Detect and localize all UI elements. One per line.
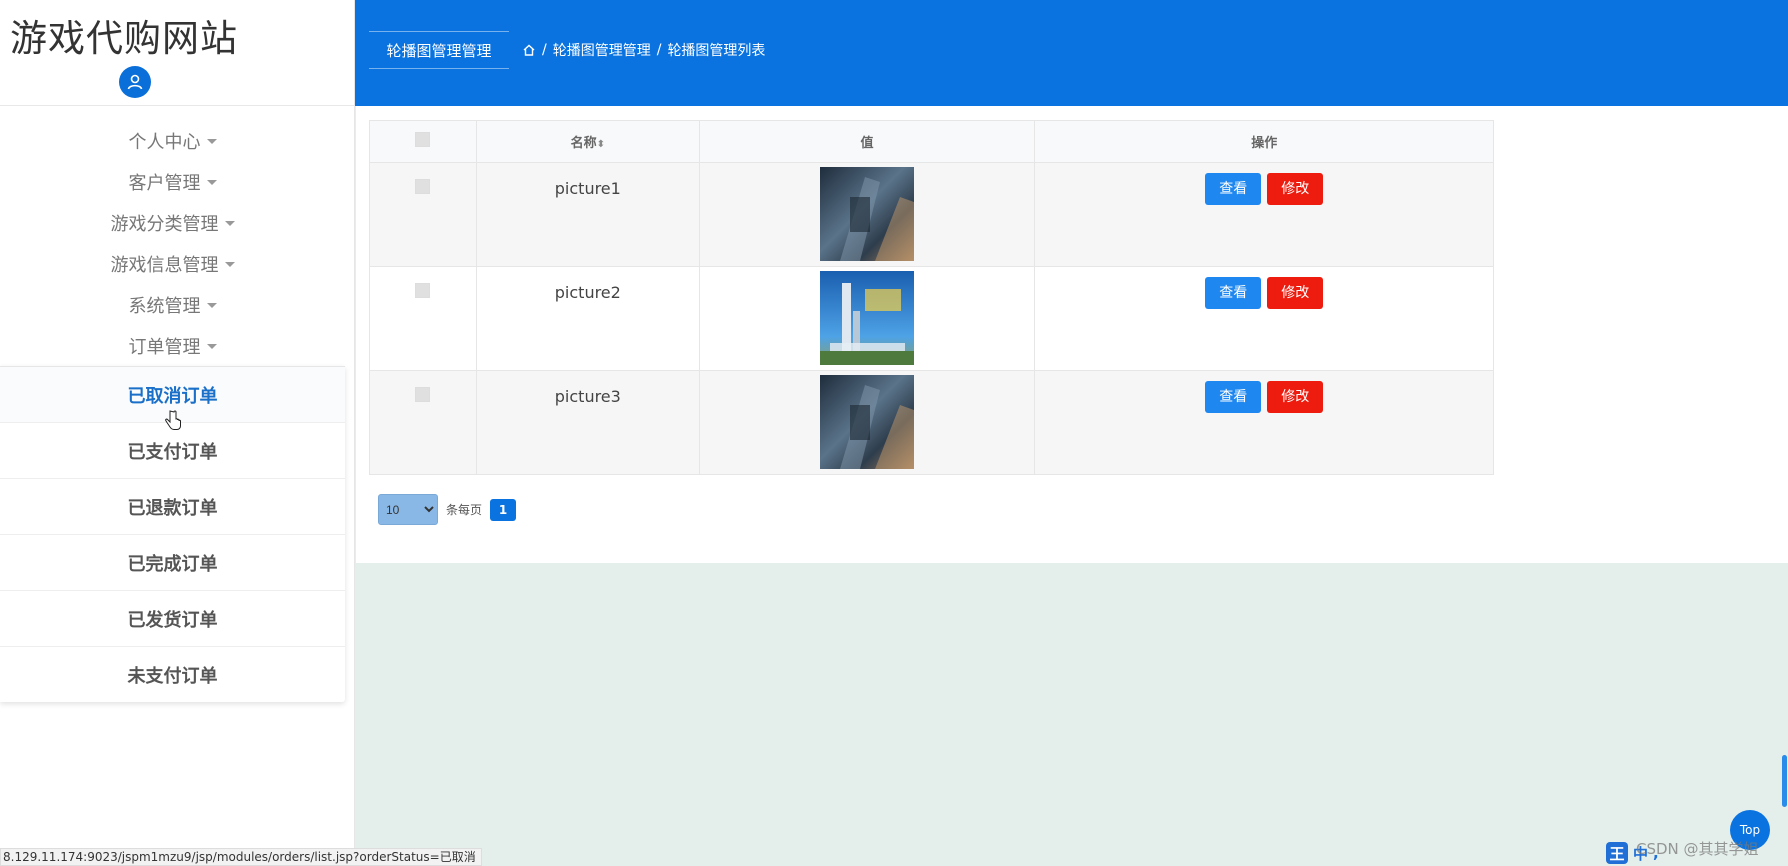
- caret-down-icon: [206, 344, 217, 349]
- row-image-cell: [698, 370, 1036, 475]
- menu-item-personal-center[interactable]: 个人中心: [0, 120, 345, 161]
- sidebar-divider: [0, 105, 355, 106]
- table-row: picture2 查看 修改: [369, 266, 1494, 371]
- main-content: 名称⬍ 值 操作 picture1 查看 修改 picture2 查看 修改 p…: [356, 106, 1788, 563]
- select-all-cell: [369, 120, 477, 163]
- menu-item-customer-management[interactable]: 客户管理: [0, 161, 345, 202]
- select-all-checkbox[interactable]: [415, 132, 431, 147]
- submenu-item-refunded-orders[interactable]: 已退款订单: [0, 478, 345, 534]
- submenu-item-completed-orders[interactable]: 已完成订单: [0, 534, 345, 590]
- view-button[interactable]: 查看: [1205, 381, 1262, 413]
- breadcrumb-item-banner-management[interactable]: 轮播图管理管理: [553, 40, 651, 60]
- submenu-item-shipped-orders[interactable]: 已发货订单: [0, 590, 345, 646]
- view-button[interactable]: 查看: [1205, 173, 1262, 205]
- row-checkbox[interactable]: [415, 283, 431, 298]
- sidebar-menu: 个人中心 客户管理 游戏分类管理 游戏信息管理 系统管理 订单管理: [0, 120, 345, 366]
- menu-item-label: 系统管理: [128, 295, 201, 317]
- row-actions-cell: 查看 修改: [1034, 266, 1494, 371]
- caret-down-icon: [224, 221, 235, 226]
- table-header-row: 名称⬍ 值 操作: [369, 120, 1494, 163]
- caret-down-icon: [206, 180, 217, 185]
- view-button[interactable]: 查看: [1205, 277, 1262, 309]
- menu-item-system-management[interactable]: 系统管理: [0, 284, 345, 325]
- banner-table: 名称⬍ 值 操作 picture1 查看 修改 picture2 查看 修改 p…: [369, 120, 1494, 475]
- row-checkbox[interactable]: [415, 179, 431, 194]
- per-page-label: 条每页: [446, 503, 483, 517]
- column-header-label: 名称: [570, 136, 597, 151]
- hand-cursor-icon: [165, 410, 181, 430]
- row-image-cell: [698, 162, 1036, 267]
- breadcrumb: / 轮播图管理管理 / 轮播图管理列表: [522, 40, 765, 60]
- submenu-item-unpaid-orders[interactable]: 未支付订单: [0, 646, 345, 702]
- home-icon[interactable]: [522, 43, 536, 57]
- user-avatar-icon[interactable]: [119, 66, 151, 98]
- site-title: 游戏代购网站: [10, 17, 238, 60]
- menu-item-game-category-management[interactable]: 游戏分类管理: [0, 202, 345, 243]
- row-checkbox[interactable]: [415, 387, 431, 402]
- row-select-cell: [369, 370, 477, 475]
- row-name: picture1: [475, 162, 700, 267]
- column-header-name[interactable]: 名称⬍: [475, 120, 700, 163]
- row-select-cell: [369, 266, 477, 371]
- tab-banner-management[interactable]: 轮播图管理管理: [369, 31, 509, 69]
- scrollbar-thumb[interactable]: [1782, 755, 1787, 807]
- column-header-value: 值: [698, 120, 1036, 163]
- page-size-select[interactable]: 10: [378, 494, 438, 525]
- row-select-cell: [369, 162, 477, 267]
- sidebar: 游戏代购网站 个人中心 客户管理 游戏分类管理 游戏信息管理 系统管理 订单管理…: [0, 0, 355, 866]
- watermark: CSDN @其其学姐: [1636, 840, 1759, 858]
- table-row: picture1 查看 修改: [369, 162, 1494, 267]
- row-actions-cell: 查看 修改: [1034, 162, 1494, 267]
- caret-down-icon: [224, 262, 235, 267]
- menu-item-order-management[interactable]: 订单管理: [0, 325, 345, 366]
- blurred-photo-icon[interactable]: [820, 375, 915, 469]
- top-header: 轮播图管理管理 / 轮播图管理管理 / 轮播图管理列表: [355, 0, 1788, 106]
- row-name: picture3: [475, 370, 700, 475]
- ime-logo-icon[interactable]: 王: [1606, 842, 1628, 864]
- edit-button[interactable]: 修改: [1267, 277, 1324, 309]
- row-actions-cell: 查看 修改: [1034, 370, 1494, 475]
- tower-photo-icon[interactable]: [820, 271, 915, 365]
- row-name: picture2: [475, 266, 700, 371]
- caret-down-icon: [206, 303, 217, 308]
- page-number-button[interactable]: 1: [490, 498, 517, 521]
- menu-item-label: 订单管理: [128, 336, 201, 358]
- breadcrumb-item-banner-list: 轮播图管理列表: [667, 43, 766, 59]
- caret-down-icon: [206, 139, 217, 144]
- menu-item-game-info-management[interactable]: 游戏信息管理: [0, 243, 345, 284]
- column-header-actions: 操作: [1034, 120, 1494, 163]
- status-bar-url: 8.129.11.174:9023/jspm1mzu9/jsp/modules/…: [0, 848, 482, 866]
- menu-item-label: 游戏信息管理: [110, 254, 219, 276]
- row-image-cell: [698, 266, 1036, 371]
- edit-button[interactable]: 修改: [1267, 381, 1324, 413]
- blurred-photo-icon[interactable]: [820, 167, 915, 261]
- pagination: 10 条每页 1: [378, 494, 517, 525]
- breadcrumb-separator: /: [656, 42, 662, 58]
- edit-button[interactable]: 修改: [1267, 173, 1324, 205]
- menu-item-label: 客户管理: [128, 172, 201, 194]
- breadcrumb-separator: /: [542, 42, 547, 58]
- table-row: picture3 查看 修改: [369, 370, 1494, 475]
- sort-icon[interactable]: ⬍: [597, 139, 605, 150]
- menu-item-label: 个人中心: [128, 131, 201, 153]
- menu-item-label: 游戏分类管理: [110, 213, 219, 235]
